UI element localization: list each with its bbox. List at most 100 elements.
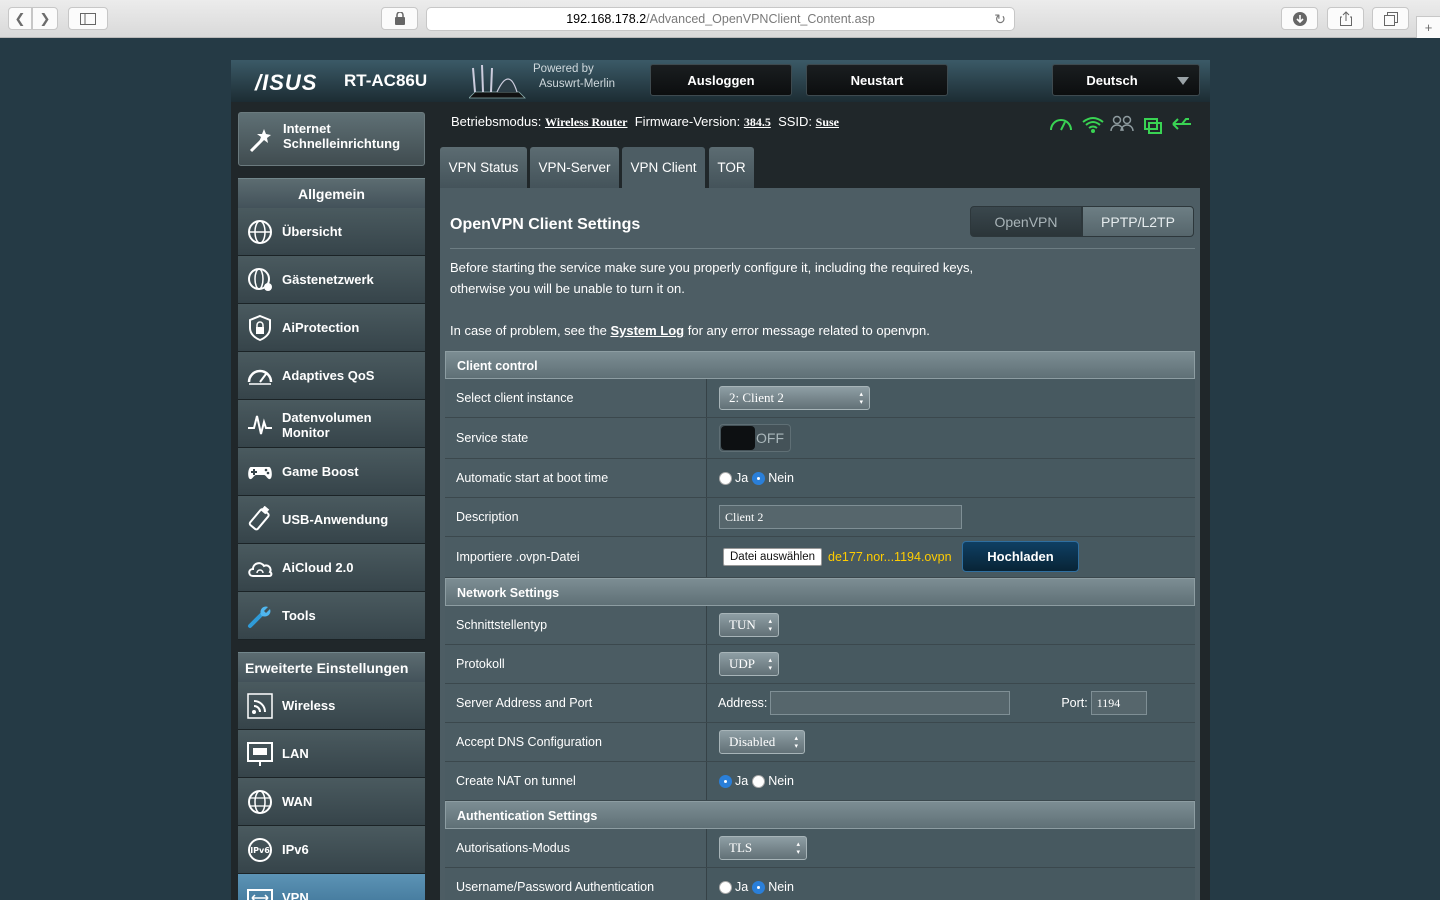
sidebar-item-label: AiProtection [282,320,360,335]
pptp-l2tp-tab-button[interactable]: PPTP/L2TP [1082,206,1194,237]
radio-label: Ja [735,774,749,788]
powered-by: Powered by Asuswrt-Merlin [533,62,615,92]
sidebar-item-wan[interactable]: WAN [238,778,425,826]
section-header-network: Network Settings [445,578,1195,606]
globe-icon [248,790,272,814]
radio-label: Nein [768,880,794,894]
toggle-state-label: OFF [756,430,784,446]
sidebar-item-tools[interactable]: Tools [238,592,425,640]
tab-vpn-client[interactable]: VPN Client [622,147,705,188]
system-log-link[interactable]: System Log [610,323,684,338]
section-header-authentication: Authentication Settings [445,801,1195,829]
sidebar-item-aiprotection[interactable]: AiProtection [238,304,425,352]
upload-button[interactable]: Hochladen [962,541,1079,572]
radio-circle [752,471,766,485]
port-label: Port: [1061,696,1088,710]
lan-port-icon [247,742,273,766]
qos-status-icon[interactable] [1050,119,1072,131]
description-input[interactable]: Client 2 [719,505,962,529]
server-address-input[interactable] [770,691,1011,715]
usb-status-icon[interactable] [1172,118,1191,130]
sidebar-item-ipv6[interactable]: IPv6 IPv6 [238,826,425,874]
nat-yes-radio[interactable]: Ja [719,774,748,788]
sidebar-item-label: AiCloud 2.0 [282,560,354,575]
sidebar-item-vpn[interactable]: VPN [238,874,425,900]
tab-vpn-status[interactable]: VPN Status [440,147,527,188]
auth-mode-value: TLS [729,840,753,855]
privacy-button[interactable] [381,7,418,30]
share-button[interactable] [1327,7,1364,30]
tab-tor[interactable]: TOR [709,147,754,188]
sidebar-item-adaptive-qos[interactable]: Adaptives QoS [238,352,425,400]
service-state-toggle[interactable]: OFF [719,424,791,452]
logout-button[interactable]: Ausloggen [650,64,792,96]
downloads-button[interactable] [1281,7,1318,30]
forward-button[interactable]: ❯ [32,7,58,30]
autostart-no-radio[interactable]: Nein [752,471,794,485]
sidebar-item-label-line2: Monitor [282,425,330,440]
sidebar-item-lan[interactable]: LAN [238,730,425,778]
accept-dns-select[interactable]: Disabled [719,730,805,754]
sidebar-item-usb-application[interactable]: USB-Anwendung [238,496,425,544]
qis-line1: Internet [283,121,331,136]
reboot-button[interactable]: Neustart [806,64,948,96]
address-bar[interactable]: 192.168.178.2/Advanced_OpenVPNClient_Con… [426,7,1015,31]
back-button[interactable]: ❮ [8,7,32,30]
share-icon [1339,11,1352,26]
sidebar-item-traffic-monitor[interactable]: Datenvolumen Monitor [238,400,425,448]
tabs-overview-button[interactable] [1372,7,1409,30]
radio-label: Nein [768,774,794,788]
row-label: Accept DNS Configuration [445,723,707,761]
sidebar-item-aicloud[interactable]: AiCloud 2.0 [238,544,425,592]
sidebar-icon [80,12,96,25]
sidebar-item-label: Adaptives QoS [282,368,375,383]
language-select[interactable]: Deutsch [1052,64,1200,96]
sidebar-item-game-boost[interactable]: Game Boost [238,448,425,496]
radio-circle [752,880,766,894]
wizard-icon [249,129,271,153]
client-instance-select[interactable]: 2: Client 2 [719,386,870,410]
interface-type-select[interactable]: TUN [719,613,779,637]
sidebar-item-qis[interactable]: Internet Schnelleinrichtung [238,112,425,166]
sidebar-item-label: Gästenetzwerk [282,272,374,287]
openvpn-tab-button[interactable]: OpenVPN [970,206,1082,237]
autostart-yes-radio[interactable]: Ja [719,471,748,485]
ssid-label: SSID: [778,114,813,129]
sidebar-item-wireless[interactable]: Wireless [238,682,425,730]
description-log-hint: In case of problem, see the System Log f… [450,320,930,341]
guest-globe-icon [248,268,272,291]
sidebar-item-guest-network[interactable]: Gästenetzwerk [238,256,425,304]
wifi-icon [247,693,273,719]
tab-vpn-server[interactable]: VPN-Server [530,147,619,188]
server-port-input[interactable]: 1194 [1090,691,1147,715]
protocol-select[interactable]: UDP [719,652,779,676]
choose-file-button[interactable]: Datei auswählen [723,548,823,566]
desc-line3-post: for any error message related to openvpn… [687,323,930,338]
userpass-yes-radio[interactable]: Ja [719,880,748,894]
storage-status-icon[interactable] [1144,118,1162,134]
vpn-icon [247,889,273,900]
new-tab-button[interactable]: + [1416,16,1440,38]
sidebar-toggle-button[interactable] [68,7,108,30]
sidebar-item-overview[interactable]: Übersicht [238,208,425,256]
userpass-no-radio[interactable]: Nein [752,880,794,894]
page-title: OpenVPN Client Settings [450,216,641,233]
auth-mode-select[interactable]: TLS [719,836,807,860]
qis-line2: Schnelleinrichtung [283,136,401,151]
radio-circle [719,880,732,894]
clients-status-icon[interactable] [1110,115,1134,132]
language-label: Deutsch [1086,72,1138,88]
nat-no-radio[interactable]: Nein [752,774,794,788]
sidebar-item-label: IPv6 [282,842,309,857]
wifi-status-icon[interactable] [1082,117,1104,133]
mode-link[interactable]: Wireless Router [545,115,628,129]
lock-icon [394,12,405,25]
firmware-link[interactable]: 384.5 [744,115,771,129]
row-label: Description [445,498,707,536]
row-label: Autorisations-Modus [445,829,707,867]
radio-circle [719,774,732,788]
ssid-link[interactable]: Suse [816,115,839,129]
tabs-icon [1383,11,1398,26]
reload-icon[interactable]: ↻ [994,11,1006,28]
address-label: Address: [718,696,768,710]
